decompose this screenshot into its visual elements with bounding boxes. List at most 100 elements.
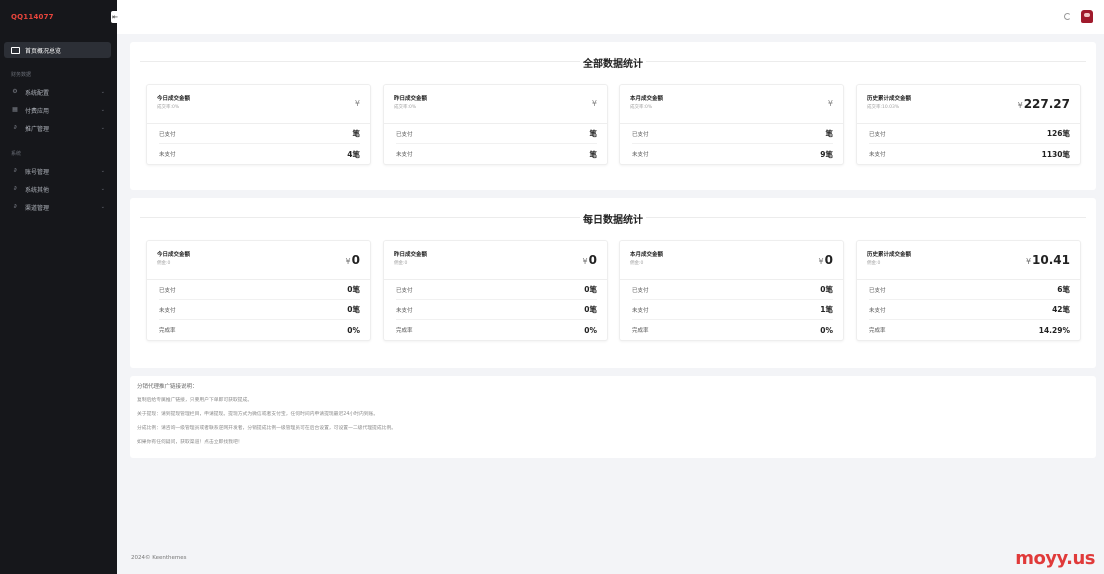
card-subtitle: 成交率:0% — [394, 105, 417, 110]
refresh-icon[interactable] — [1064, 13, 1071, 20]
stat-row: 已支付 笔 — [396, 124, 597, 144]
stat-row: 完成率 0% — [632, 320, 833, 340]
card-title: 昨日成交金额 — [394, 252, 428, 258]
chevron-down-icon: ⌄ — [100, 168, 105, 174]
row-label: 已支付 — [632, 131, 649, 138]
daily-card-yesterday: 昨日成交金额 佣金:0 ¥0 已支付 0笔 未支付 0笔 完成率 0% — [383, 240, 608, 341]
gear-icon: ⚙ — [12, 88, 18, 95]
overall-stats-panel: 全部数据统计 今日成交金额 成交率:0% ¥ 已支付笔 未支付 4笔 昨日成交金额… — [130, 42, 1096, 190]
notice-line: 分成比例：请咨询一级管理员或者联系逆网开发者，分销提成比例一级管理员可在后台设置… — [137, 426, 397, 431]
card-header: 今日成交金额 佣金:0 ¥0 — [147, 241, 370, 280]
row-value: 笔 — [825, 129, 834, 138]
panel-title: 每日数据统计 — [583, 215, 643, 226]
stat-card-yesterday: 昨日成交金额 成交率:0% ¥ 已支付笔 未支付笔 — [383, 84, 608, 165]
card-amount: ¥ — [828, 99, 833, 108]
promotion-notice: 分销代理推广链接说明： 复制后给专属推广链接，只要用户下单即可获取提成。 关于提… — [130, 376, 1096, 458]
row-value: 0笔 — [820, 285, 833, 294]
card-header: 昨日成交金额 佣金:0 ¥0 — [384, 241, 607, 280]
sidebar-item-channels[interactable]: ∂ 渠道管理 ⌄ — [0, 198, 117, 216]
currency-symbol: ¥ — [354, 99, 360, 108]
card-subtitle: 佣金:0 — [394, 261, 408, 266]
card-subtitle: 佣金:0 — [157, 261, 171, 266]
sidebar-item-dashboard[interactable]: 首页概况总览 — [4, 42, 111, 58]
row-label: 已支付 — [159, 287, 176, 294]
card-title: 本月成交金额 — [630, 252, 664, 258]
brand-logo[interactable]: QQ114077 — [0, 0, 117, 34]
card-header: 历史累计成交金额 佣金:0 ¥10.41 — [857, 241, 1080, 280]
sidebar-item-label: 渠道管理 — [25, 204, 50, 212]
card-amount: ¥0 — [582, 253, 597, 267]
card-header: 本月成交金额 成交率:0% ¥ — [620, 85, 843, 124]
sidebar-item-label: 付费应用 — [25, 107, 50, 115]
stat-row: 未支付 42笔 — [869, 300, 1070, 320]
arrow-left-icon: ⇤ — [112, 13, 118, 21]
card-amount: ¥0 — [818, 253, 833, 267]
sidebar-item-label: 系统其他 — [25, 186, 50, 194]
link-icon: ∂ — [13, 124, 17, 131]
card-title: 昨日成交金额 — [394, 96, 428, 102]
stat-row: 未支付 1130笔 — [869, 144, 1070, 164]
card-header: 历史累计成交金额 成交率:10.03% ¥227.27 — [857, 85, 1080, 124]
row-label: 未支付 — [159, 152, 176, 158]
row-label: 完成率 — [159, 328, 176, 334]
notice-title: 分销代理推广链接说明： — [137, 384, 198, 390]
row-label: 未支付 — [396, 307, 413, 314]
sidebar-group-title: 系统 — [11, 151, 22, 157]
row-value: 0% — [820, 325, 833, 335]
currency-symbol: ¥ — [827, 99, 833, 108]
stat-row: 未支付 0笔 — [159, 300, 360, 320]
stat-card-month: 本月成交金额 成交率:0% ¥ 已支付 笔 未支付 9笔 — [619, 84, 844, 165]
sidebar-item-label: 系统配置 — [25, 89, 50, 97]
row-label: 未支付 — [869, 152, 886, 158]
stat-row: 未支付 笔 — [396, 144, 597, 164]
card-subtitle: 成交率:0% — [630, 105, 653, 110]
row-value: 笔 — [589, 149, 598, 159]
sidebar: QQ114077 首页概况总览 财务数据 ⚙ 系统配置 ⌄ ▦ 付费应用 ⌄ ∂… — [0, 0, 117, 574]
row-label: 完成率 — [396, 328, 413, 334]
top-header — [117, 0, 1104, 34]
chevron-down-icon: ⌄ — [100, 89, 105, 95]
stat-card-history: 历史累计成交金额 成交率:10.03% ¥227.27 已支付 126笔 未支付 1… — [856, 84, 1081, 165]
card-header: 本月成交金额 佣金:0 ¥0 — [620, 241, 843, 280]
notice-line: 关于提现：请到提现管理栏目，申请提现。提现方式为微信或者支付宝，任何时间内申请提… — [137, 412, 379, 417]
sidebar-item-label: 推广管理 — [25, 125, 50, 133]
card-subtitle: 佣金:0 — [630, 261, 644, 266]
stat-row: 已支付 6笔 — [869, 280, 1070, 300]
chevron-down-icon: ⌄ — [100, 186, 105, 192]
row-label: 未支付 — [632, 152, 649, 158]
row-label: 未支付 — [396, 152, 413, 158]
link-icon: ∂ — [13, 185, 17, 192]
row-value: 0笔 — [584, 305, 597, 314]
row-value: 1笔 — [820, 305, 833, 314]
sidebar-item-system-config[interactable]: ⚙ 系统配置 ⌄ — [0, 83, 117, 101]
currency-symbol: ¥ — [582, 257, 588, 266]
panel-title: 全部数据统计 — [583, 59, 643, 70]
daily-card-history: 历史累计成交金额 佣金:0 ¥10.41 已支付 6笔 未支付 42笔 完成率 14.… — [856, 240, 1081, 341]
card-title: 今日成交金额 — [157, 252, 191, 258]
sidebar-item-paid-apps[interactable]: ▦ 付费应用 ⌄ — [0, 101, 117, 119]
row-label: 未支付 — [869, 307, 886, 314]
stat-row: 已支付 笔 — [159, 124, 360, 144]
daily-card-today: 今日成交金额 佣金:0 ¥0 已支付 0笔 未支付 0笔 完成率 0% — [146, 240, 371, 341]
avatar[interactable] — [1081, 10, 1093, 23]
row-value: 6笔 — [1057, 285, 1070, 294]
row-value: 0% — [347, 325, 360, 335]
footer-copyright: 2024© Keenthemes — [131, 555, 187, 561]
stat-row: 已支付 0笔 — [159, 280, 360, 300]
grid-icon: ▦ — [12, 106, 18, 113]
sidebar-group-title: 财务数据 — [11, 72, 32, 78]
row-value: 126笔 — [1046, 129, 1070, 138]
watermark: moyy.us — [1015, 548, 1095, 569]
sidebar-collapse-button[interactable]: ⇤ — [111, 11, 119, 23]
sidebar-item-promotion[interactable]: ∂ 推广管理 ⌄ — [0, 119, 117, 137]
stat-row: 已支付 126笔 — [869, 124, 1070, 144]
sidebar-item-accounts[interactable]: ∂ 账号管理 ⌄ — [0, 162, 117, 180]
stat-row: 未支付 4笔 — [159, 144, 360, 164]
sidebar-item-system-other[interactable]: ∂ 系统其他 ⌄ — [0, 180, 117, 198]
card-amount: ¥227.27 — [1017, 97, 1070, 111]
row-label: 已支付 — [396, 131, 413, 138]
row-label: 完成率 — [869, 328, 886, 334]
row-value: 4笔 — [347, 149, 360, 159]
row-label: 已支付 — [632, 287, 649, 294]
notice-line: 复制后给专属推广链接，只要用户下单即可获取提成。 — [137, 398, 253, 403]
